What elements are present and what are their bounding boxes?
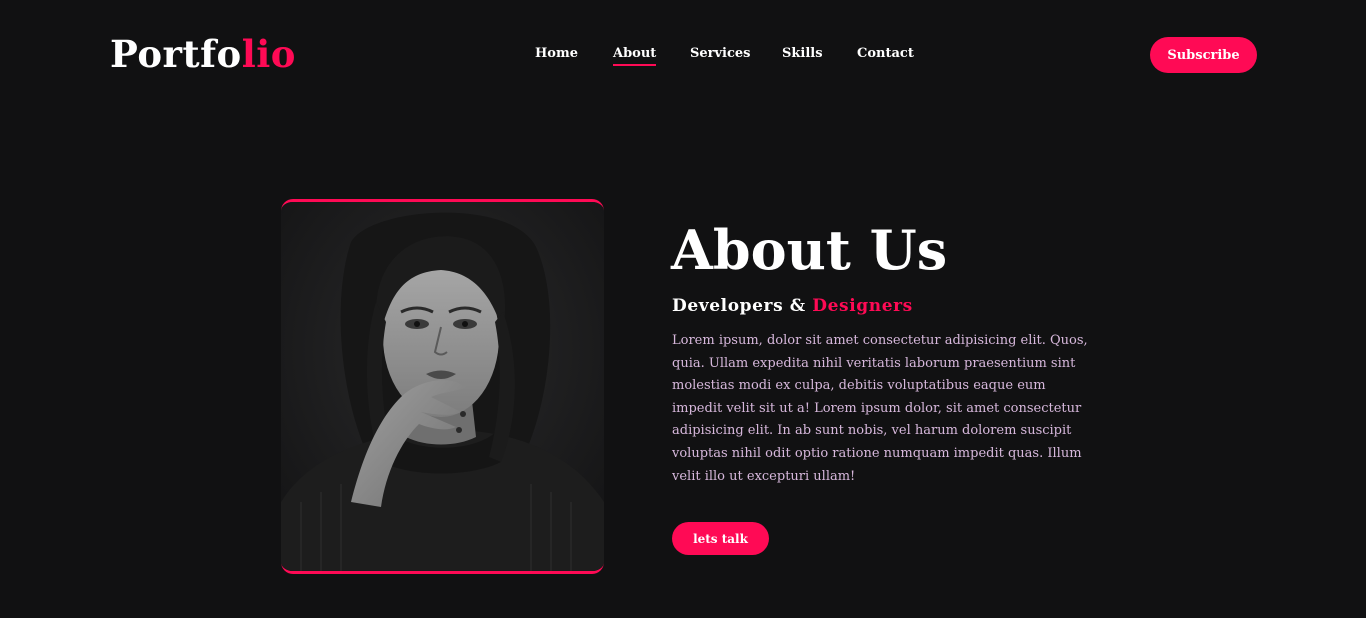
nav-services[interactable]: Services — [690, 44, 751, 64]
about-photo — [281, 199, 604, 574]
logo-main-text: Portfo — [110, 32, 242, 76]
nav-about[interactable]: About — [613, 44, 657, 66]
nav-home[interactable]: Home — [535, 44, 578, 64]
logo[interactable]: Portfolio — [110, 31, 296, 77]
nav-skills[interactable]: Skills — [782, 44, 823, 64]
logo-accent-text: lio — [241, 32, 296, 76]
subtitle-accent-text: Designers — [812, 296, 913, 316]
subtitle-main-text: Developers & — [672, 296, 813, 316]
lets-talk-button[interactable]: lets talk — [672, 522, 769, 555]
about-title: About Us — [671, 218, 948, 282]
nav-contact[interactable]: Contact — [857, 44, 914, 64]
about-subtitle: Developers & Designers — [672, 295, 913, 317]
subscribe-button[interactable]: Subscribe — [1150, 37, 1257, 73]
about-paragraph: Lorem ipsum, dolor sit amet consectetur … — [672, 333, 1088, 484]
